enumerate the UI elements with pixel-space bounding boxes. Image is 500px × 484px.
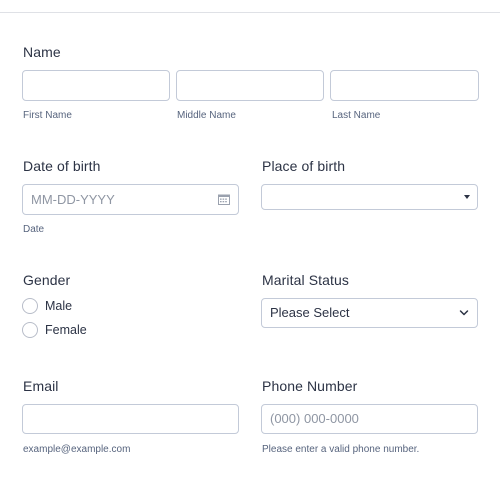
phone-input[interactable]: (000) 000-0000: [261, 404, 478, 434]
first-name-input[interactable]: [22, 70, 170, 101]
marital-status-value: Please Select: [270, 305, 350, 320]
radio-label: Male: [45, 299, 73, 313]
chevron-down-icon: [459, 310, 469, 316]
radio-button[interactable]: [22, 322, 38, 338]
place-of-birth-label: Place of birth: [262, 158, 346, 174]
place-of-birth-select[interactable]: [261, 184, 478, 210]
last-name-sublabel: Last Name: [332, 110, 381, 121]
email-label: Email: [23, 378, 59, 394]
phone-sublabel: Please enter a valid phone number.: [262, 444, 420, 455]
last-name-input[interactable]: [330, 70, 479, 101]
calendar-icon[interactable]: [218, 194, 230, 205]
dob-sublabel: Date: [23, 224, 45, 235]
top-divider: [0, 12, 500, 13]
caret-down-icon: [464, 195, 470, 199]
first-name-sublabel: First Name: [23, 110, 72, 121]
phone-placeholder: (000) 000-0000: [270, 411, 359, 426]
form-page: Name First Name Middle Name Last Name Da…: [0, 0, 500, 484]
email-sublabel: example@example.com: [23, 444, 131, 455]
dob-placeholder: MM-DD-YYYY: [31, 192, 115, 207]
radio-label: Female: [45, 323, 87, 337]
dob-input[interactable]: MM-DD-YYYY: [22, 184, 239, 215]
middle-name-sublabel: Middle Name: [177, 110, 236, 121]
radio-button[interactable]: [22, 298, 38, 314]
marital-status-select[interactable]: Please Select: [261, 298, 478, 328]
gender-label: Gender: [23, 272, 71, 288]
phone-label: Phone Number: [262, 378, 358, 394]
email-input[interactable]: [22, 404, 239, 434]
dob-label: Date of birth: [23, 158, 101, 174]
name-label: Name: [23, 44, 61, 60]
middle-name-input[interactable]: [176, 70, 324, 101]
marital-status-label: Marital Status: [262, 272, 349, 288]
